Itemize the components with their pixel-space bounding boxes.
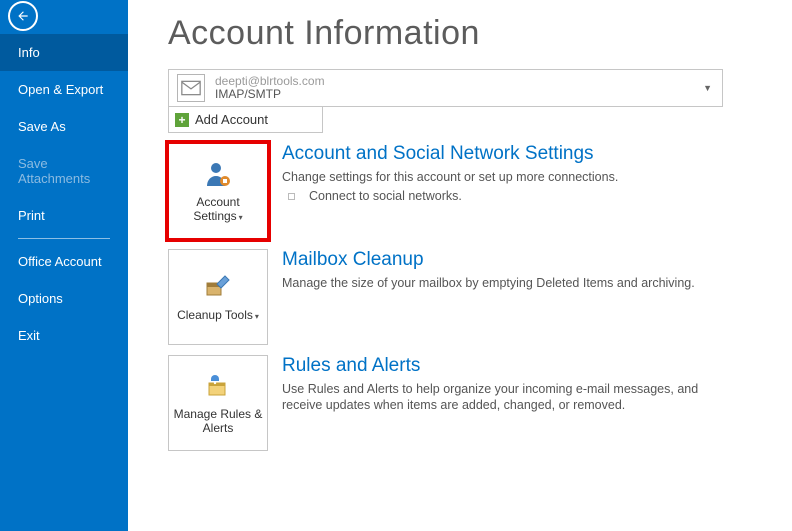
section-desc-account: Change settings for this account or set … <box>282 169 618 185</box>
cleanup-tools-icon <box>201 272 235 302</box>
section-rules-alerts: Manage Rules & Alerts Rules and Alerts U… <box>168 355 768 451</box>
nav-separator <box>18 238 110 239</box>
nav-open-export[interactable]: Open & Export <box>0 71 128 108</box>
plus-icon: + <box>175 113 189 127</box>
nav-office-account[interactable]: Office Account <box>0 243 128 280</box>
section-title-account: Account and Social Network Settings <box>282 143 618 165</box>
dropdown-caret-icon: ▼ <box>703 83 712 93</box>
chevron-down-icon: ▾ <box>239 213 243 222</box>
back-button[interactable] <box>0 0 128 34</box>
backstage-sidebar: Info Open & Export Save As Save Attachme… <box>0 0 128 531</box>
connect-social-row[interactable]: Connect to social networks. <box>282 189 618 203</box>
connect-social-label: Connect to social networks. <box>309 189 462 203</box>
section-account-settings: Account Settings▾ Account and Social Net… <box>168 143 768 239</box>
nav-exit[interactable]: Exit <box>0 317 128 354</box>
nav-save-attachments: Save Attachments <box>0 145 128 197</box>
manage-rules-tile[interactable]: Manage Rules & Alerts <box>168 355 268 451</box>
cleanup-tools-tile[interactable]: Cleanup Tools▾ <box>168 249 268 345</box>
nav-options[interactable]: Options <box>0 280 128 317</box>
account-settings-tile-label: Account Settings▾ <box>173 195 263 224</box>
add-account-label: Add Account <box>195 112 268 127</box>
manage-rules-tile-label: Manage Rules & Alerts <box>173 407 263 436</box>
cleanup-tools-tile-label: Cleanup Tools▾ <box>177 308 259 322</box>
section-desc-cleanup: Manage the size of your mailbox by empty… <box>282 275 695 291</box>
nav-save-as[interactable]: Save As <box>0 108 128 145</box>
back-arrow-icon <box>8 1 38 31</box>
page-title: Account Information <box>168 14 768 53</box>
bullet-square-icon <box>288 193 295 200</box>
add-account-button[interactable]: + Add Account <box>168 107 323 133</box>
nav-info[interactable]: Info <box>0 34 128 71</box>
chevron-down-icon: ▾ <box>255 312 259 321</box>
account-settings-tile[interactable]: Account Settings▾ <box>168 143 268 239</box>
account-protocol: IMAP/SMTP <box>215 88 325 101</box>
section-title-cleanup: Mailbox Cleanup <box>282 249 695 271</box>
section-desc-rules: Use Rules and Alerts to help organize yo… <box>282 381 712 414</box>
rules-alerts-icon <box>201 371 235 401</box>
main-panel: Account Information deepti@blrtools.com … <box>128 0 792 531</box>
account-envelope-icon <box>177 74 205 102</box>
account-selector[interactable]: deepti@blrtools.com IMAP/SMTP ▼ <box>168 69 723 107</box>
section-mailbox-cleanup: Cleanup Tools▾ Mailbox Cleanup Manage th… <box>168 249 768 345</box>
nav-print[interactable]: Print <box>0 197 128 234</box>
section-title-rules: Rules and Alerts <box>282 355 712 377</box>
account-settings-icon <box>201 159 235 189</box>
